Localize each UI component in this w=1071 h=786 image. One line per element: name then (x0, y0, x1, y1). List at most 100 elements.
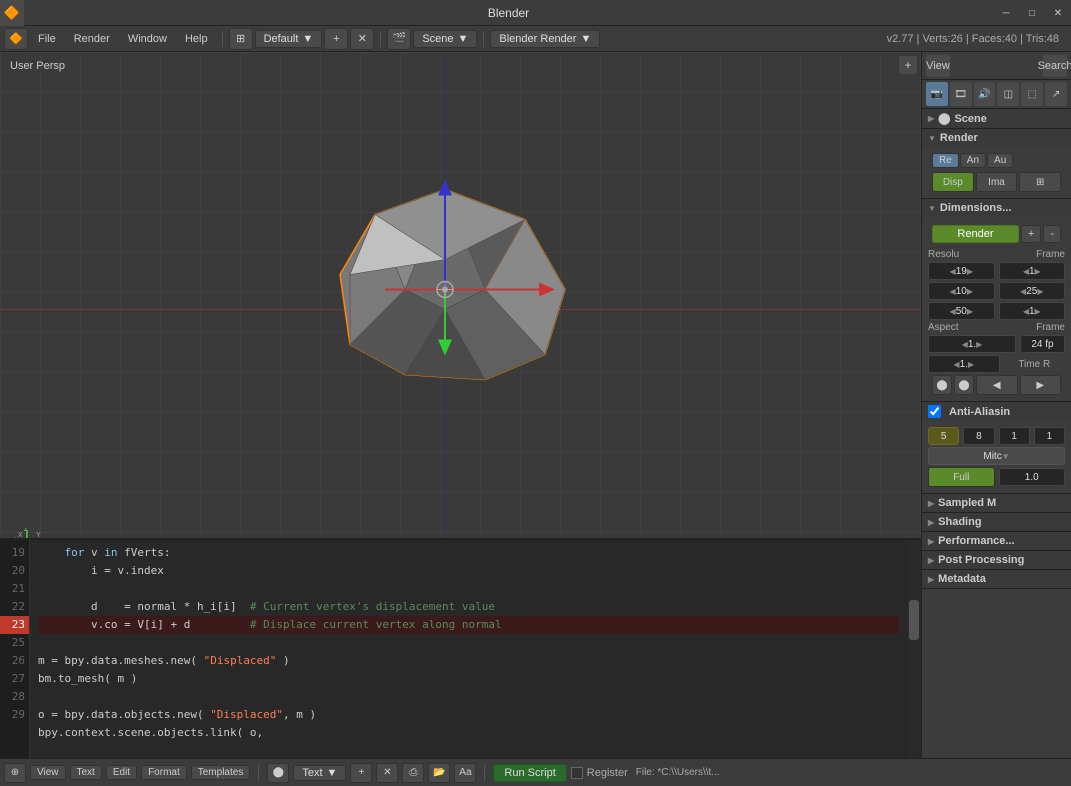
fps-field[interactable]: 24 fp (1020, 335, 1065, 353)
ima-btn[interactable]: Ima (976, 172, 1018, 192)
dimensions-header[interactable]: ▼ Dimensions... (922, 199, 1071, 217)
script-editor[interactable]: 19 20 21 22 23 25 26 27 28 29 for v in f… (0, 538, 921, 758)
code-area[interactable]: for v in fVerts: i = v.index d = normal … (30, 540, 907, 758)
full-value-field[interactable]: 1.0 (999, 468, 1066, 486)
run-script-button[interactable]: Run Script (493, 764, 566, 782)
toggle-btn-1[interactable]: ⬤ (932, 375, 952, 395)
line-num-28: 28 (0, 688, 29, 706)
metadata-label: Metadata (938, 573, 986, 585)
register-checkbox: Register (571, 767, 628, 779)
toggle-btn-2[interactable]: ⬤ (954, 375, 974, 395)
window-controls: ─ □ ✕ (993, 0, 1071, 25)
te-view-menu[interactable]: View (30, 765, 66, 780)
code-line-20: i = v.index (38, 562, 899, 580)
code-line-27: bm.to_mesh( m ) (38, 670, 899, 688)
aa-val3-field[interactable]: 1 (999, 427, 1030, 445)
layout-icon-btn[interactable]: ⊞ (229, 28, 253, 50)
layout-close-btn[interactable]: ✕ (350, 28, 374, 50)
menu-window[interactable]: Window (120, 31, 175, 47)
layout-add-btn[interactable]: + (324, 28, 348, 50)
te-text-menu[interactable]: Text (70, 765, 102, 780)
te-icon-4[interactable]: ✕ (376, 763, 398, 783)
mitc-field[interactable]: Mitc ▼ (928, 447, 1065, 465)
panel-icon-render[interactable]: 🎞 (950, 82, 972, 106)
te-icon-3[interactable]: + (350, 763, 372, 783)
scene-arrow: ▶ (928, 114, 934, 123)
panel-icon-camera[interactable]: 📷 (926, 82, 948, 106)
aspect-x-field[interactable]: ◀ 1. ▶ (928, 335, 1016, 353)
render-minus-btn[interactable]: - (1043, 225, 1061, 243)
subtab-au[interactable]: Au (987, 153, 1013, 168)
performance-header[interactable]: ▶ Performance... (922, 532, 1071, 550)
performance-section: ▶ Performance... (922, 532, 1071, 551)
te-sep-2 (484, 765, 485, 781)
scene-selector[interactable]: Scene ▼ (413, 30, 477, 48)
panel-view-btn[interactable]: View (926, 55, 950, 77)
subtab-re[interactable]: Re (932, 153, 959, 168)
post-processing-arrow: ▶ (928, 556, 934, 565)
post-processing-header[interactable]: ▶ Post Processing (922, 551, 1071, 569)
layout-arrow: ▼ (302, 33, 313, 45)
render-header-label: Render (940, 132, 978, 144)
blender-icon-btn[interactable]: 🔶 (4, 28, 28, 50)
te-icon-5[interactable]: ⎙ (402, 763, 424, 783)
ima-icon-btn[interactable]: ⊞ (1019, 172, 1061, 192)
te-edit-menu[interactable]: Edit (106, 765, 137, 780)
aa-val2-field[interactable]: 8 (963, 427, 994, 445)
panel-icon-cursor[interactable]: ↗ (1045, 82, 1067, 106)
te-icon-2[interactable]: ⬤ (267, 763, 289, 783)
toggle-btn-3[interactable]: ◀ (976, 375, 1018, 395)
sampled-header[interactable]: ▶ Sampled M (922, 494, 1071, 512)
frame-step-field[interactable]: ◀ 1 ▶ (999, 302, 1066, 320)
shading-header[interactable]: ▶ Shading (922, 513, 1071, 531)
toggle-btn-4[interactable]: ▶ (1020, 375, 1062, 395)
te-icon-6[interactable]: 📂 (428, 763, 450, 783)
resolu-pct-field[interactable]: ◀ 50 ▶ (928, 302, 995, 320)
aa-val3: 1 (1011, 431, 1017, 442)
code-line-29: o = bpy.data.objects.new( "Displaced", m… (38, 706, 899, 724)
render-plus-btn[interactable]: + (1021, 225, 1041, 243)
aa-val4-field[interactable]: 1 (1034, 427, 1065, 445)
aa-val1-field[interactable]: 5 (928, 427, 959, 445)
frame-end-field[interactable]: ◀ 25 ▶ (999, 282, 1066, 300)
shading-label: Shading (938, 516, 981, 528)
scene-header[interactable]: ▶ ⬤ Scene (922, 109, 1071, 128)
te-icon-7[interactable]: Aa (454, 763, 476, 783)
code-scrollbar[interactable] (907, 540, 921, 758)
metadata-header[interactable]: ▶ Metadata (922, 570, 1071, 588)
anti-alias-header[interactable]: Anti-Aliasin (922, 402, 1071, 421)
subtab-an[interactable]: An (960, 153, 986, 168)
menu-render[interactable]: Render (66, 31, 118, 47)
panel-icon-compositor[interactable]: ⬚ (1021, 82, 1043, 106)
te-text-type-selector[interactable]: Text ▼ (293, 765, 346, 781)
viewport[interactable]: User Persp + (0, 52, 921, 786)
aspect-y-field[interactable]: ◀ 1. ▶ (928, 355, 1000, 373)
menu-file[interactable]: File (30, 31, 64, 47)
resolu-x-field[interactable]: ◀ 19 ▶ (928, 262, 995, 280)
panel-icon-audio[interactable]: 🔊 (974, 82, 996, 106)
frame-end-value: 25 (1026, 286, 1037, 297)
te-format-menu[interactable]: Format (141, 765, 187, 780)
engine-selector[interactable]: Blender Render ▼ (490, 30, 600, 48)
close-button[interactable]: ✕ (1045, 0, 1071, 26)
minimize-button[interactable]: ─ (993, 0, 1019, 26)
layout-selector[interactable]: Default ▼ (255, 30, 323, 48)
resolu-y-field[interactable]: ◀ 10 ▶ (928, 282, 995, 300)
panel-icon-output[interactable]: ◫ (997, 82, 1019, 106)
code-line-30: bpy.context.scene.objects.link( o, (38, 724, 899, 742)
shading-section: ▶ Shading (922, 513, 1071, 532)
register-checkbox-box[interactable] (571, 767, 583, 779)
disp-btn[interactable]: Disp (932, 172, 974, 192)
te-icon-1[interactable]: ⊕ (4, 763, 26, 783)
maximize-button[interactable]: □ (1019, 0, 1045, 26)
render-button[interactable]: Render (932, 225, 1019, 243)
frame-start-field[interactable]: ◀ 1 ▶ (999, 262, 1066, 280)
full-toggle[interactable]: Full (928, 467, 995, 487)
menu-help[interactable]: Help (177, 31, 216, 47)
engine-label: Blender Render (499, 33, 576, 45)
render-section-header[interactable]: ▼ Render (922, 129, 1071, 147)
anti-alias-checkbox[interactable] (928, 405, 941, 418)
panel-search-btn[interactable]: Search (1043, 55, 1067, 77)
te-templates-menu[interactable]: Templates (191, 765, 251, 780)
scene-icon-btn[interactable]: 🎬 (387, 28, 411, 50)
